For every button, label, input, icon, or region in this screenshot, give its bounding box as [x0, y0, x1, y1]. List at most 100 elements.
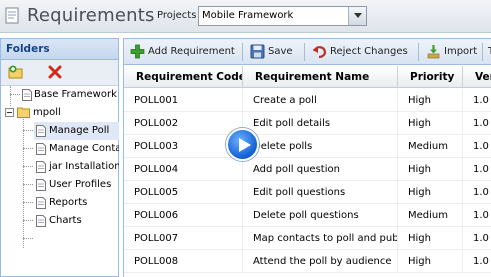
cell-priority[interactable]: High [398, 181, 463, 204]
document-icon [36, 125, 46, 137]
play-icon [239, 138, 251, 152]
cell-version[interactable]: 1.0 [463, 89, 491, 112]
folders-title: Folders [1, 39, 118, 60]
cell-version[interactable]: 1.0 [463, 135, 491, 158]
cell-priority[interactable]: High [398, 227, 463, 250]
tree-item-manage-poll[interactable]: Manage Poll [34, 122, 119, 140]
tree-item-base-framework[interactable]: Base Framework [1, 86, 119, 104]
table-row[interactable]: POLL006 Delete poll questions Medium 1.0 [124, 204, 491, 227]
tree-item-label: Manage Poll [49, 125, 110, 136]
toolbar-separator [482, 43, 483, 61]
dropdown-arrow-button[interactable] [348, 7, 366, 25]
add-icon [130, 44, 145, 59]
tree-item-label: mpoll [33, 107, 61, 118]
toolbar-separator [242, 43, 243, 61]
collapse-toggle-icon[interactable] [5, 108, 14, 117]
undo-icon [312, 46, 327, 59]
add-requirement-label: Add Requirement [148, 46, 235, 57]
table-row[interactable]: POLL008 Attend the poll by audience High… [124, 250, 491, 273]
project-label: Projects [157, 10, 197, 21]
reject-changes-button[interactable]: Reject Changes [312, 44, 412, 60]
save-icon [250, 44, 265, 59]
tree-item-manage-contacts[interactable]: Manage Conta [34, 140, 119, 158]
tree-item-mpoll[interactable]: mpoll [1, 104, 119, 122]
save-label: Save [268, 46, 293, 57]
requirements-panel: Add Requirement Save Reject Changes Impo… [123, 38, 491, 277]
tree-item-label: Charts [49, 215, 82, 226]
cell-name[interactable]: Add poll question [243, 158, 398, 181]
tree-item-user-profiles[interactable]: User Profiles [34, 176, 119, 194]
cell-version[interactable]: 1.0 [463, 227, 491, 250]
cell-name[interactable]: Edit poll details [243, 112, 398, 135]
cell-code[interactable]: POLL004 [124, 158, 243, 181]
cell-version[interactable]: 1.0 [463, 204, 491, 227]
column-header-requirement-name[interactable]: Requirement Name [243, 66, 398, 88]
cell-version[interactable]: 1.0 [463, 158, 491, 181]
tree-item-label: Reports [49, 197, 88, 208]
add-requirement-button[interactable]: Add Requirement [130, 44, 236, 60]
tree-item-reports[interactable]: Reports [34, 194, 119, 212]
add-folder-icon[interactable] [8, 64, 24, 80]
cell-version[interactable]: 1.0 [463, 250, 491, 273]
delete-folder-icon[interactable] [47, 64, 63, 80]
table-row[interactable]: POLL003 Delete polls Medium 1.0 [124, 135, 491, 158]
cell-code[interactable]: POLL005 [124, 181, 243, 204]
requirements-app-icon [5, 7, 19, 24]
cell-priority[interactable]: Medium [398, 204, 463, 227]
app-header: Requirements Projects Mobile Framework [0, 0, 491, 33]
document-icon [36, 179, 46, 191]
document-icon [22, 89, 32, 101]
table-row[interactable]: POLL001 Create a poll High 1.0 [124, 89, 491, 112]
tree-item-label: jar Installation [49, 161, 119, 172]
folder-open-icon [17, 107, 30, 118]
document-icon [36, 161, 46, 173]
cell-name[interactable]: Delete poll questions [243, 204, 398, 227]
cell-priority[interactable]: High [398, 250, 463, 273]
cell-name[interactable]: Edit poll questions [243, 181, 398, 204]
tree-item-jar-installation[interactable]: jar Installation [34, 158, 119, 176]
column-header-priority[interactable]: Priority [398, 66, 463, 88]
cell-code[interactable]: POLL008 [124, 250, 243, 273]
table-row[interactable]: POLL007 Map contacts to poll and publis … [124, 227, 491, 250]
grid-toolbar: Add Requirement Save Reject Changes Impo… [124, 39, 491, 65]
cell-name[interactable]: Map contacts to poll and publis [243, 227, 398, 250]
page-title: Requirements [27, 5, 155, 26]
play-button[interactable] [226, 128, 259, 161]
tree-item-charts[interactable]: Charts [34, 212, 119, 230]
cell-name[interactable]: Delete polls [243, 135, 398, 158]
cell-name[interactable]: Attend the poll by audience [243, 250, 398, 273]
document-icon [36, 143, 46, 155]
cell-priority[interactable]: High [398, 112, 463, 135]
tree-item-label: Manage Conta [49, 143, 119, 154]
cell-version[interactable]: 1.0 [463, 112, 491, 135]
import-icon [427, 45, 440, 59]
cell-name[interactable]: Create a poll [243, 89, 398, 112]
table-row[interactable]: POLL002 Edit poll details High 1.0 [124, 112, 491, 135]
chevron-down-icon [354, 13, 362, 18]
table-row[interactable]: POLL004 Add poll question High 1.0 [124, 158, 491, 181]
cell-priority[interactable]: High [398, 89, 463, 112]
project-select[interactable]: Mobile Framework [198, 6, 367, 26]
tree-item-label: Base Framework [34, 89, 117, 100]
import-label: Import [444, 46, 478, 57]
toolbar-separator [418, 43, 419, 61]
tree-item-label: User Profiles [49, 179, 112, 190]
cell-version[interactable]: 1.0 [463, 181, 491, 204]
column-header-requirement-code[interactable]: Requirement Code [124, 66, 243, 88]
document-icon [36, 197, 46, 209]
table-row[interactable]: POLL005 Edit poll questions High 1.0 [124, 181, 491, 204]
save-button[interactable]: Save [250, 44, 298, 60]
project-select-value: Mobile Framework [202, 10, 294, 21]
cell-code[interactable]: POLL002 [124, 112, 243, 135]
cell-code[interactable]: POLL006 [124, 204, 243, 227]
column-header-version[interactable]: Ver [463, 66, 491, 88]
reject-changes-label: Reject Changes [330, 46, 408, 57]
toolbar-separator [304, 43, 305, 61]
cell-code[interactable]: POLL007 [124, 227, 243, 250]
cell-priority[interactable]: Medium [398, 135, 463, 158]
folders-toolbar [1, 60, 118, 86]
cell-code[interactable]: POLL001 [124, 89, 243, 112]
import-button[interactable]: Import [426, 44, 478, 60]
document-icon [36, 215, 46, 227]
cell-priority[interactable]: High [398, 158, 463, 181]
